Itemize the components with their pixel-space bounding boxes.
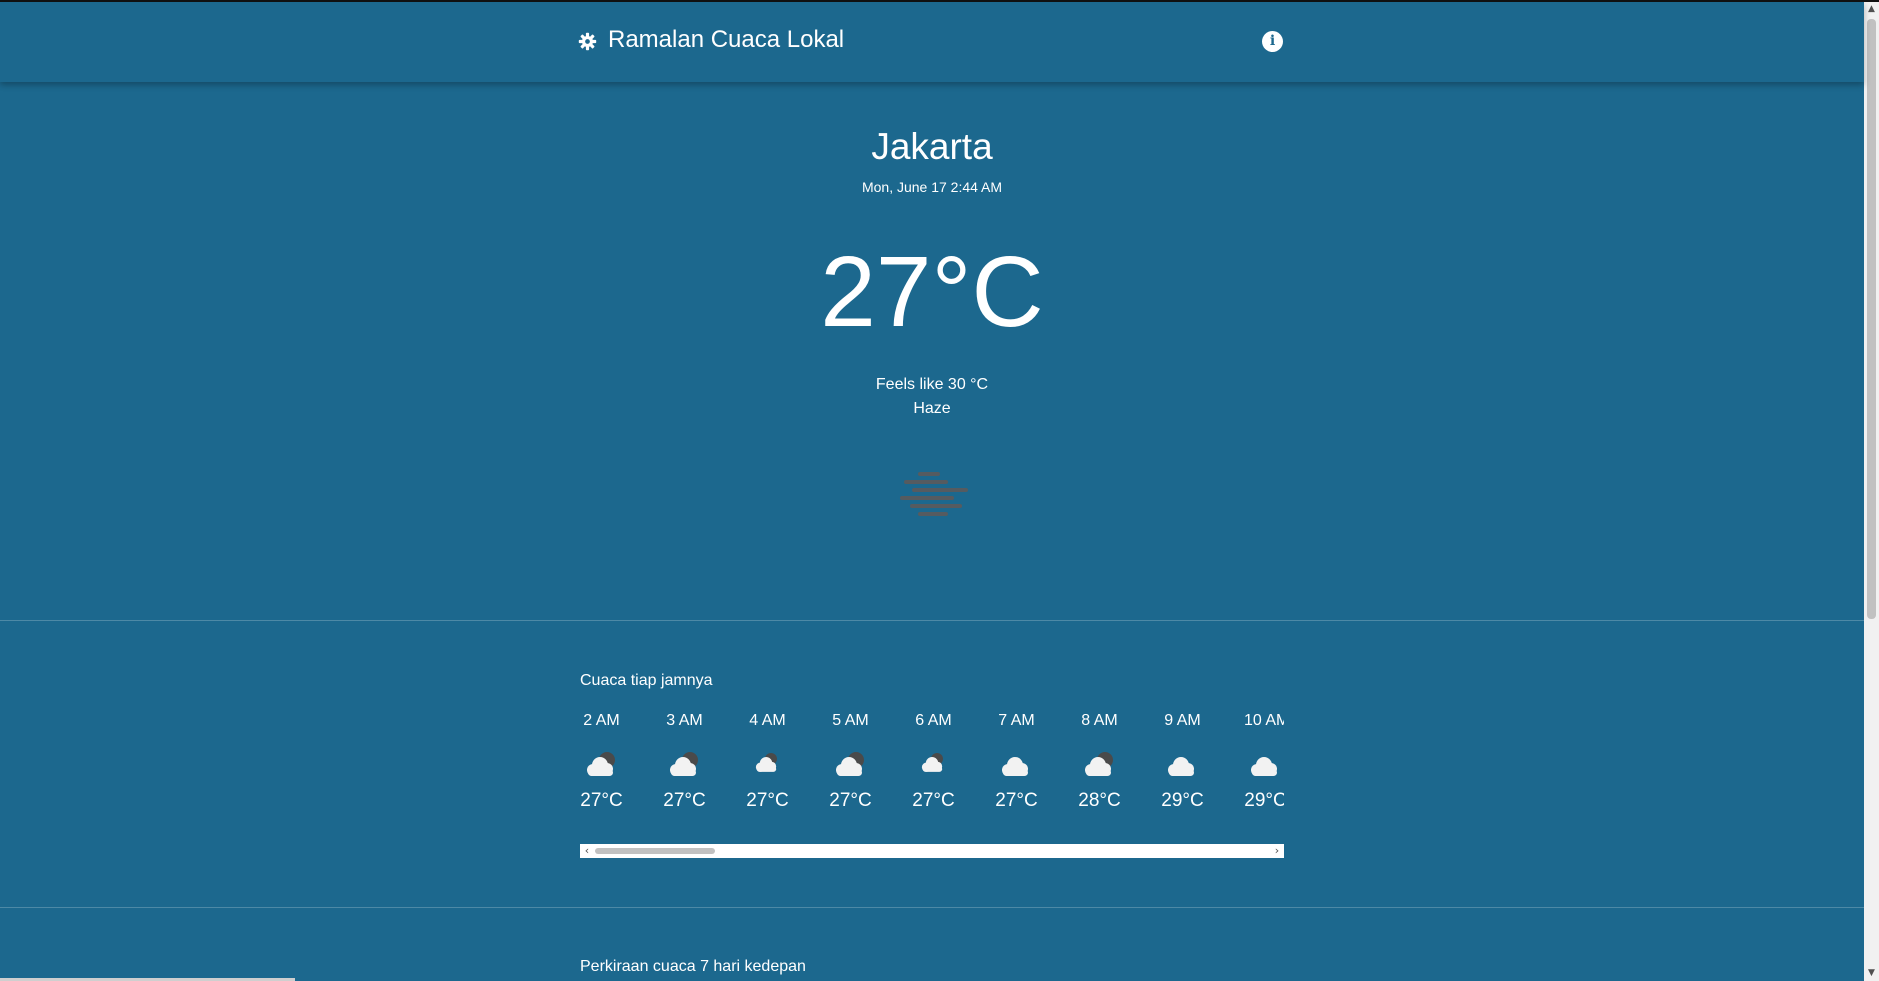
cloud-moon-small-icon <box>755 753 777 772</box>
hourly-time: 4 AM <box>749 712 786 729</box>
page-scrollbar-thumb[interactable] <box>1867 19 1876 619</box>
section-divider <box>0 620 1864 621</box>
hourly-scroll-area[interactable]: 2 AM 27°C 3 AM 27°C 4 AM 27°C 5 AM 27°C 6 AM 27°C… <box>580 710 1284 814</box>
weather-condition: Haze <box>913 400 951 417</box>
current-datetime: Mon, June 17 2:44 AM <box>861 179 1003 195</box>
cloud-moon-icon <box>1085 752 1113 776</box>
feels-like: Feels like 30 °C <box>875 376 989 393</box>
hourly-time: 3 AM <box>666 712 703 729</box>
hourly-temperature: 27°C <box>663 790 706 811</box>
hourly-item: 2 AM 27°C <box>580 710 663 814</box>
hourly-item: 10 AM 29°C <box>1244 710 1284 814</box>
hourly-scrollbar[interactable]: ‹ › <box>580 844 1284 858</box>
hourly-item: 8 AM 28°C <box>1078 710 1161 814</box>
cloud-moon-small-icon <box>921 753 943 772</box>
hourly-temperature: 27°C <box>580 790 623 811</box>
hourly-forecast: Cuaca tiap jamnya 2 AM 27°C 3 AM 27°C 4 AM 27… <box>580 670 1284 870</box>
hourly-title: Cuaca tiap jamnya <box>580 672 713 689</box>
hourly-item: 9 AM 29°C <box>1161 710 1244 814</box>
app-title: Ramalan Cuaca Lokal <box>608 26 845 53</box>
section-divider <box>0 907 1864 908</box>
scroll-left-arrow-icon[interactable]: ‹ <box>580 844 594 858</box>
cloud-icon <box>1002 757 1028 776</box>
hourly-temperature: 27°C <box>829 790 872 811</box>
page-scrollbar[interactable]: ▲ ▼ <box>1864 2 1879 981</box>
weekly-forecast-title: Perkiraan cuaca 7 hari kedepan <box>580 958 806 975</box>
cloud-moon-icon <box>670 752 698 776</box>
hourly-item: 4 AM 27°C <box>746 710 829 814</box>
city-name: Jakarta <box>871 126 993 167</box>
hourly-temperature: 27°C <box>995 790 1038 811</box>
hourly-item: 7 AM 27°C <box>995 710 1078 814</box>
cloud-moon-icon <box>836 752 864 776</box>
hourly-time: 8 AM <box>1081 712 1118 729</box>
hourly-temperature: 29°C <box>1244 790 1284 811</box>
current-weather: Jakarta Mon, June 17 2:44 AM 27°C Feels … <box>0 82 1864 620</box>
gear-icon <box>578 32 597 51</box>
hourly-time: 9 AM <box>1164 712 1201 729</box>
hourly-temperature: 29°C <box>1161 790 1204 811</box>
scroll-right-arrow-icon[interactable]: › <box>1270 844 1284 858</box>
app-header: Ramalan Cuaca Lokal i <box>0 2 1864 82</box>
hourly-temperature: 27°C <box>912 790 955 811</box>
hourly-time: 2 AM <box>583 712 620 729</box>
header-content: Ramalan Cuaca Lokal i <box>578 2 1286 82</box>
hourly-item: 3 AM 27°C <box>663 710 746 814</box>
hourly-time: 7 AM <box>998 712 1035 729</box>
scroll-up-arrow-icon[interactable]: ▲ <box>1864 2 1879 17</box>
cloud-moon-icon <box>587 752 615 776</box>
cloud-icon <box>1251 757 1277 776</box>
hourly-track: 2 AM 27°C 3 AM 27°C 4 AM 27°C 5 AM 27°C 6 AM 27°C… <box>580 710 1284 814</box>
hourly-scrollbar-thumb[interactable] <box>595 848 715 854</box>
hourly-temperature: 27°C <box>746 790 789 811</box>
info-icon[interactable]: i <box>1262 31 1283 52</box>
haze-icon <box>900 472 968 516</box>
hourly-temperature: 28°C <box>1078 790 1121 811</box>
hourly-time: 6 AM <box>915 712 952 729</box>
hourly-time: 10 AM <box>1244 712 1284 729</box>
scroll-down-arrow-icon[interactable]: ▼ <box>1864 966 1879 981</box>
hourly-item: 5 AM 27°C <box>829 710 912 814</box>
hourly-item: 6 AM 27°C <box>912 710 995 814</box>
current-temperature: 27°C <box>820 236 1044 348</box>
hourly-time: 5 AM <box>832 712 869 729</box>
weather-app: Ramalan Cuaca Lokal i Jakarta Mon, June … <box>0 0 1879 981</box>
cloud-icon <box>1168 757 1194 776</box>
